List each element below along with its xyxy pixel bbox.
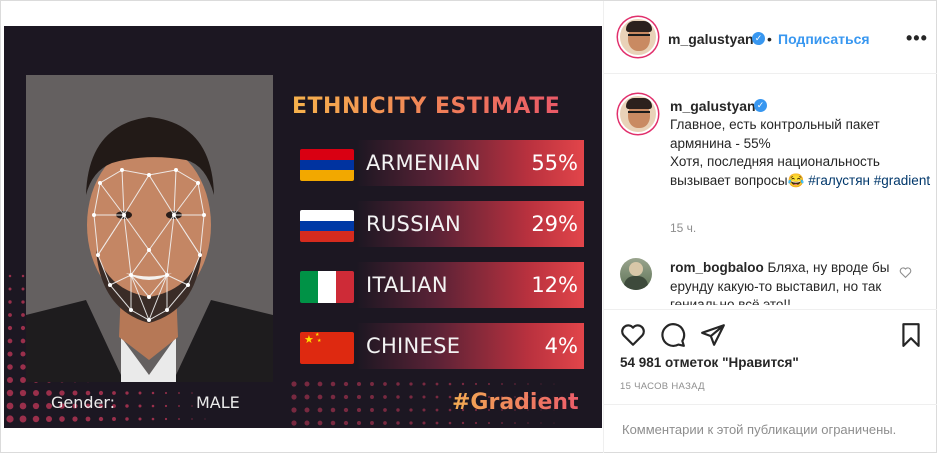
comments-footer: Комментарии к этой публикации ограничены… — [604, 404, 937, 453]
comments-limited-notice: Комментарии к этой публикации ограничены… — [622, 422, 897, 437]
hashtag-link[interactable]: #gradient — [874, 173, 930, 188]
laughing-emoji-icon: 😂 — [787, 172, 805, 188]
hashtag-link[interactable]: #галустян — [808, 173, 870, 188]
gender-label: Gender: — [51, 393, 116, 412]
share-paper-plane-icon[interactable] — [700, 322, 726, 348]
post-header: m_galustyan ✓ • Подписаться ••• — [604, 1, 937, 74]
post-sidebar: m_galustyan ✓ • Подписаться ••• m_galust… — [603, 1, 937, 453]
ethnicity-percent: 4% — [544, 334, 578, 358]
post-image[interactable]: ETHNICITY ESTIMATE ARMENIAN 55% RUSSIAN … — [4, 26, 602, 428]
ethnicity-title: ETHNICITY ESTIMATE — [292, 94, 592, 119]
verified-badge-icon: ✓ — [754, 99, 767, 112]
like-heart-icon[interactable] — [620, 322, 646, 348]
ethnicity-percent: 12% — [531, 273, 578, 297]
face-photo — [26, 75, 273, 382]
armenia-flag-icon — [300, 149, 354, 181]
ethnicity-row-chinese: ★ ★ ★ CHINESE 4% — [300, 323, 584, 369]
ethnicity-row-armenian: ARMENIAN 55% — [300, 140, 584, 186]
comment-like-heart-icon[interactable] — [899, 266, 912, 279]
avatar[interactable] — [618, 17, 658, 57]
ethnicity-row-russian: RUSSIAN 29% — [300, 201, 584, 247]
instagram-post: ETHNICITY ESTIMATE ARMENIAN 55% RUSSIAN … — [0, 0, 937, 453]
comment-bubble-icon[interactable] — [660, 322, 686, 348]
ethnicity-label: ITALIAN — [366, 273, 448, 297]
save-bookmark-icon[interactable] — [898, 322, 924, 348]
china-flag-icon: ★ ★ ★ — [300, 332, 354, 364]
header-separator: • — [767, 31, 772, 47]
gradient-hashtag-brand: #Gradient — [452, 390, 579, 415]
ethnicity-label: RUSSIAN — [366, 212, 461, 236]
likes-count[interactable]: 54 981 отметок "Нравится" — [620, 355, 799, 370]
more-options-icon[interactable]: ••• — [906, 28, 928, 49]
italy-flag-icon — [300, 271, 354, 303]
header-username[interactable]: m_galustyan — [668, 31, 754, 47]
ethnicity-label: ARMENIAN — [366, 151, 481, 175]
action-bar — [604, 309, 937, 359]
posted-time[interactable]: 15 ЧАСОВ НАЗАД — [620, 381, 705, 392]
ethnicity-label: CHINESE — [366, 334, 461, 358]
gender-value: MALE — [196, 393, 240, 412]
caption-avatar[interactable] — [618, 94, 658, 134]
caption-username[interactable]: m_galustyan — [670, 98, 756, 114]
ethnicity-percent: 29% — [531, 212, 578, 236]
follow-button[interactable]: Подписаться — [778, 31, 870, 47]
ethnicity-percent: 55% — [531, 151, 578, 175]
verified-badge-icon: ✓ — [752, 32, 765, 45]
russia-flag-icon — [300, 210, 354, 242]
caption-time[interactable]: 15 ч. — [670, 221, 696, 235]
comment: rom_bogbaloo Бляха, ну вроде бы ерунду к… — [670, 259, 902, 305]
caption-line-1: Главное, есть контрольный пакет армянина… — [670, 117, 880, 151]
ethnicity-row-italian: ITALIAN 12% — [300, 262, 584, 308]
commenter-avatar[interactable] — [620, 258, 652, 290]
caption-text: Главное, есть контрольный пакет армянина… — [670, 116, 932, 190]
comment-username[interactable]: rom_bogbaloo — [670, 260, 764, 275]
